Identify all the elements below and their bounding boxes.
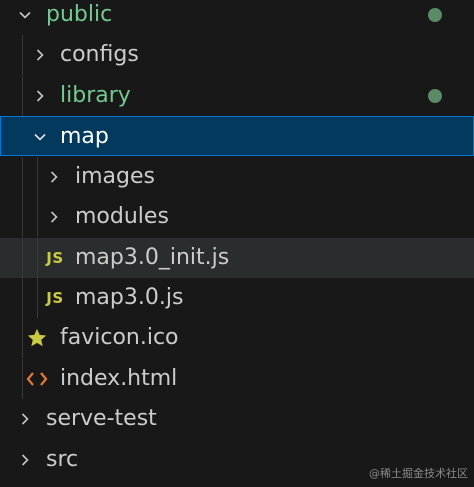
tree-item-library[interactable]: library	[0, 76, 474, 116]
chevron-right-icon[interactable]	[14, 440, 36, 480]
indent-guide	[37, 278, 38, 318]
tree-item-label: images	[75, 164, 155, 189]
tree-item-map[interactable]: map	[0, 116, 474, 156]
watermark-text: @稀土掘金技术社区	[369, 467, 468, 480]
chevron-down-icon[interactable]	[29, 117, 51, 157]
tree-item-label: map3.0_init.js	[75, 245, 230, 270]
chevron-right-icon[interactable]	[43, 197, 65, 237]
tree-item-modules[interactable]: modules	[0, 197, 474, 237]
chevron-down-icon[interactable]	[14, 0, 36, 35]
indent-guide	[37, 238, 38, 278]
indent-guide	[22, 197, 23, 237]
indent-guide	[22, 278, 23, 318]
tree-item-configs[interactable]: configs	[0, 35, 474, 75]
indent-guide	[22, 238, 23, 278]
tree-item-label: configs	[60, 42, 139, 67]
tree-item-label: modules	[75, 204, 169, 229]
tree-item-label: serve-test	[46, 406, 157, 431]
tree-item-map3-0-js[interactable]: JS map3.0.js	[0, 278, 474, 318]
js-icon: JS	[46, 289, 64, 307]
git-status-dot-icon	[428, 89, 442, 103]
tree-item-label: index.html	[60, 366, 178, 391]
star-icon	[26, 318, 48, 358]
tree-item-serve-test[interactable]: serve-test	[0, 399, 474, 439]
chevron-right-icon[interactable]	[29, 76, 51, 116]
git-status-dot-icon	[428, 8, 442, 22]
tree-item-images[interactable]: images	[0, 157, 474, 197]
tree-item-label: favicon.ico	[60, 325, 179, 350]
indent-guide	[22, 359, 23, 399]
tree-item-label: map3.0.js	[75, 285, 184, 310]
tree-item-map3-0-init-js[interactable]: JS map3.0_init.js	[0, 238, 474, 278]
chevron-right-icon[interactable]	[43, 157, 65, 197]
tree-item-label: map	[60, 124, 109, 149]
indent-guide	[37, 157, 38, 197]
file-explorer-tree: public configs library map images module…	[0, 0, 474, 487]
html-icon	[26, 359, 48, 399]
tree-item-favicon-ico[interactable]: favicon.ico	[0, 318, 474, 358]
indent-guide	[22, 318, 23, 358]
tree-item-label: public	[46, 2, 113, 27]
tree-item-label: library	[60, 83, 131, 108]
indent-guide	[22, 157, 23, 197]
indent-guide	[22, 35, 23, 75]
tree-item-public[interactable]: public	[0, 0, 474, 35]
chevron-right-icon[interactable]	[14, 399, 36, 439]
tree-item-index-html[interactable]: index.html	[0, 359, 474, 399]
indent-guide	[22, 76, 23, 116]
js-icon: JS	[46, 249, 64, 267]
chevron-right-icon[interactable]	[29, 35, 51, 75]
indent-guide	[37, 197, 38, 237]
tree-item-label: src	[46, 447, 79, 472]
